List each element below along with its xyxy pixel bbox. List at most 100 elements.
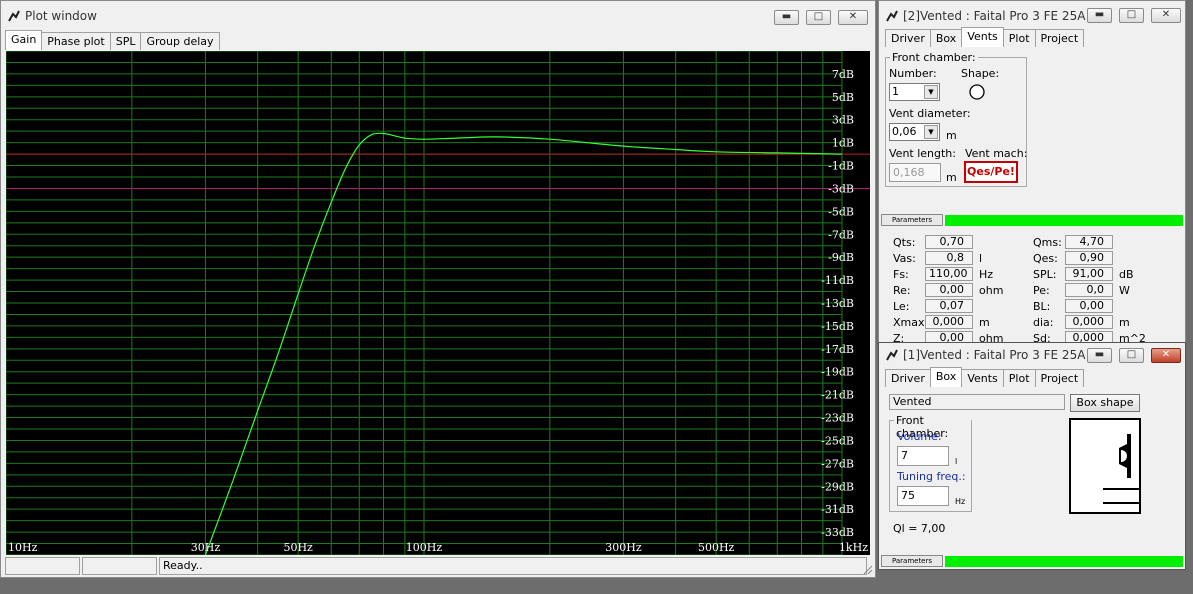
number-label: Number: <box>889 67 937 80</box>
tuning-freq-field[interactable]: 75 <box>897 486 949 506</box>
ql-readout: Ql = 7,00 <box>893 522 946 535</box>
param-value[interactable]: 0,0 <box>1065 283 1113 297</box>
vent-diameter-value: 0,06 <box>892 125 917 138</box>
tab-spl[interactable]: SPL <box>109 32 142 50</box>
param-label: Re: <box>893 284 911 297</box>
param-row: SPL: 91,00 dB <box>1033 267 1173 283</box>
box-type-field[interactable]: Vented <box>889 394 1065 410</box>
round-shape-icon[interactable] <box>968 83 986 101</box>
tab-gain[interactable]: Gain <box>5 30 43 50</box>
box-parameters-tab[interactable]: Parameters <box>881 555 943 567</box>
param-label: SPL: <box>1033 268 1057 281</box>
param-value[interactable]: 4,70 <box>1065 235 1113 249</box>
box-window-titlebar[interactable]: [1]Vented : Faital Pro 3 FE 25A ▬ □ ✕ <box>879 343 1185 371</box>
maximize-button[interactable]: □ <box>806 10 831 25</box>
app-icon <box>886 349 898 361</box>
param-unit: m <box>1119 316 1130 329</box>
plot-window-titlebar[interactable]: Plot window ▬ □ ✕ <box>1 1 875 31</box>
volume-unit: l <box>955 457 958 466</box>
param-value[interactable]: 91,00 <box>1065 267 1113 281</box>
vent-number-select[interactable]: 1 ▼ <box>889 83 940 101</box>
param-value[interactable]: 0,90 <box>1065 251 1113 265</box>
param-value[interactable]: 0,000 <box>925 315 973 329</box>
param-row: Qts: 0,70 <box>893 235 1033 251</box>
x-tick-label: 10Hz <box>8 541 38 554</box>
param-unit: l <box>979 252 983 265</box>
tab-phase-plot[interactable]: Phase plot <box>41 32 111 50</box>
param-row: Xmax: 0,000 m <box>893 315 1033 331</box>
tab-driver[interactable]: Driver <box>885 369 931 387</box>
status-cell-2 <box>82 557 157 575</box>
param-value[interactable]: 0,00 <box>1065 299 1113 313</box>
x-tick-label: 50Hz <box>283 541 313 554</box>
minimize-button[interactable]: ▬ <box>774 10 799 25</box>
close-button[interactable]: ✕ <box>1151 348 1181 363</box>
param-unit: dB <box>1119 268 1134 281</box>
app-icon <box>886 10 898 22</box>
x-tick-label: 300Hz <box>605 541 642 554</box>
y-tick-label: -9dB <box>828 251 854 264</box>
tab-box[interactable]: Box <box>929 29 963 47</box>
minimize-button[interactable]: ▬ <box>1087 8 1112 23</box>
y-tick-label: -13dB <box>821 297 854 310</box>
tab-plot[interactable]: Plot <box>1002 29 1036 47</box>
x-tick-label: 100Hz <box>406 541 443 554</box>
param-row: Qms: 4,70 <box>1033 235 1173 251</box>
param-label: Pe: <box>1033 284 1050 297</box>
param-label: Xmax: <box>893 316 929 329</box>
maximize-button[interactable]: □ <box>1119 348 1144 363</box>
shape-label: Shape: <box>961 67 1000 80</box>
parameters-bar <box>945 215 1183 226</box>
minimize-button[interactable]: ▬ <box>1087 348 1112 363</box>
y-tick-label: -5dB <box>828 205 854 218</box>
vent-diameter-select[interactable]: 0,06 ▼ <box>889 123 940 141</box>
volume-field[interactable]: 7 <box>897 446 949 466</box>
vent-number-value: 1 <box>892 85 899 98</box>
chevron-down-icon[interactable]: ▼ <box>924 85 938 99</box>
gain-plot[interactable]: 7dB 5dB 3dB 1dB -1dB -3dB -5dB -7dB -9dB -11dB -13… <box>6 51 870 555</box>
vent-length-field[interactable]: 0,168 <box>889 163 941 182</box>
tab-group-delay[interactable]: Group delay <box>140 32 220 50</box>
y-tick-label: 7dB <box>832 68 854 81</box>
param-row: Pe: 0,0 W <box>1033 283 1173 299</box>
resize-grip-icon[interactable] <box>861 563 873 575</box>
box-parameters-bar <box>945 556 1183 567</box>
param-value[interactable]: 0,000 <box>1065 315 1113 329</box>
tab-driver[interactable]: Driver <box>885 29 931 47</box>
param-value[interactable]: 0,00 <box>925 283 973 297</box>
y-tick-label: 5dB <box>832 91 854 104</box>
vent-diameter-label: Vent diameter: <box>889 107 971 120</box>
close-button[interactable]: ✕ <box>1151 8 1181 23</box>
y-tick-label: 3dB <box>832 114 854 127</box>
plot-window-title: Plot window <box>25 9 97 23</box>
tab-vents[interactable]: Vents <box>961 369 1004 387</box>
box-shape-button[interactable]: Box shape <box>1070 394 1140 412</box>
vent-mach-button[interactable]: Qes/Pe! <box>964 161 1018 183</box>
tab-project[interactable]: Project <box>1034 29 1085 47</box>
y-tick-label: -19dB <box>821 366 854 379</box>
param-value[interactable]: 0,07 <box>925 299 973 313</box>
param-label: Qes: <box>1033 252 1058 265</box>
box-parameters-strip: Parameters <box>879 555 1185 567</box>
vent-length-label: Vent length: <box>889 147 956 160</box>
tab-plot[interactable]: Plot <box>1002 369 1036 387</box>
y-tick-label: -29dB <box>821 480 854 493</box>
parameters-tab[interactable]: Parameters <box>881 214 943 226</box>
param-value[interactable]: 0,70 <box>925 235 973 249</box>
param-value[interactable]: 0,8 <box>925 251 973 265</box>
y-tick-label: -7dB <box>828 228 854 241</box>
tab-project[interactable]: Project <box>1034 369 1085 387</box>
tab-box[interactable]: Box <box>929 367 963 387</box>
box-window-title: [1]Vented : Faital Pro 3 FE 25A <box>903 348 1086 362</box>
y-tick-label: -25dB <box>821 434 854 447</box>
param-value[interactable]: 110,00 <box>925 267 973 281</box>
param-row: Qes: 0,90 <box>1033 251 1173 267</box>
param-unit: Hz <box>979 268 994 281</box>
close-button[interactable]: ✕ <box>838 10 868 25</box>
tuning-freq-label: Tuning freq.: <box>897 470 966 483</box>
param-label: BL: <box>1033 300 1051 313</box>
vents-window-titlebar[interactable]: [2]Vented : Faital Pro 3 FE 25A ▬ □ ✕ <box>879 1 1185 31</box>
maximize-button[interactable]: □ <box>1119 8 1144 23</box>
tab-vents[interactable]: Vents <box>961 27 1004 47</box>
chevron-down-icon[interactable]: ▼ <box>924 125 938 139</box>
